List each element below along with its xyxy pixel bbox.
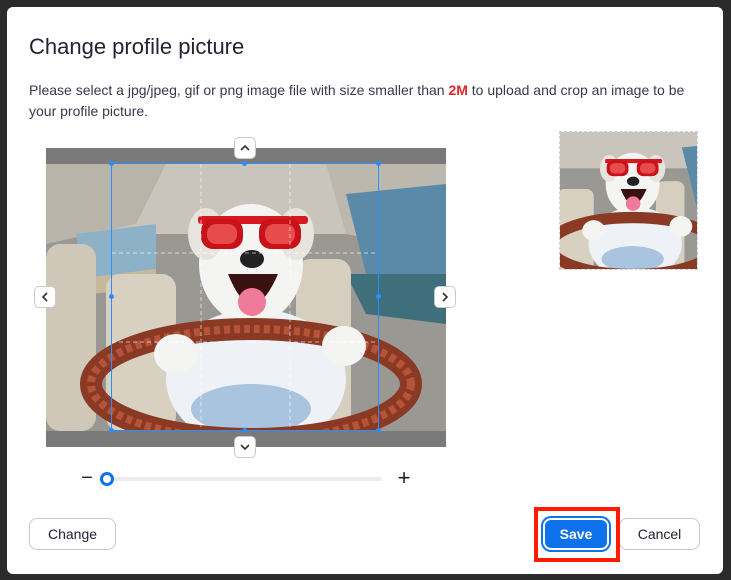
change-profile-picture-dialog: Change profile picture Please select a j… (7, 7, 723, 574)
dialog-title: Change profile picture (29, 34, 245, 59)
crop-handle-bottom[interactable] (242, 428, 247, 433)
zoom-slider-track[interactable] (104, 477, 382, 481)
zoom-slider[interactable]: − + (79, 467, 415, 490)
crop-handle-bottom-right[interactable] (376, 428, 381, 433)
change-button[interactable]: Change (29, 518, 116, 550)
crop-handle-top-right[interactable] (376, 161, 381, 166)
preview-image (560, 132, 697, 269)
crop-handle-right[interactable] (376, 294, 381, 299)
zoom-out-button[interactable]: − (79, 468, 95, 490)
move-down-button[interactable] (234, 436, 256, 458)
chevron-down-icon (240, 444, 250, 451)
move-left-button[interactable] (34, 286, 56, 308)
chevron-right-icon (442, 292, 449, 302)
crop-handle-top-left[interactable] (109, 161, 114, 166)
zoom-slider-thumb[interactable] (100, 472, 114, 486)
crop-handle-bottom-left[interactable] (109, 428, 114, 433)
max-size-label: 2M (448, 82, 468, 98)
crop-handle-left[interactable] (109, 294, 114, 299)
move-up-button[interactable] (234, 137, 256, 159)
dialog-description: Please select a jpg/jpeg, gif or png ima… (29, 80, 689, 122)
cancel-button[interactable]: Cancel (619, 518, 700, 550)
crop-handle-top[interactable] (242, 161, 247, 166)
crop-area[interactable] (46, 148, 446, 447)
chevron-left-icon (41, 292, 48, 302)
chevron-up-icon (240, 144, 250, 151)
zoom-in-button[interactable]: + (395, 467, 413, 490)
save-button[interactable]: Save (543, 518, 609, 550)
description-text-start: Please select a jpg/jpeg, gif or png ima… (29, 82, 449, 98)
crop-preview (559, 131, 698, 270)
crop-grid-lines (112, 164, 378, 430)
move-right-button[interactable] (434, 286, 456, 308)
crop-selection-box[interactable] (109, 161, 381, 433)
